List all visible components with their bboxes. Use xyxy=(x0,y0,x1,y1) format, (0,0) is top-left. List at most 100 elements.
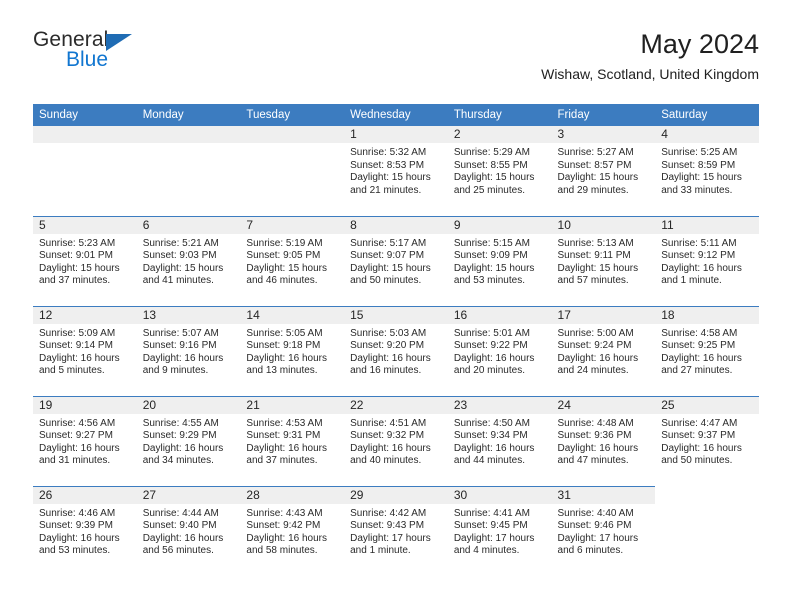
calendar-cell-day-26[interactable]: 26 Sunrise: 4:46 AM Sunset: 9:39 PM Dayligh… xyxy=(33,485,137,576)
weekday-header-tuesday: Tuesday xyxy=(240,104,345,126)
sunset-time: Sunset: 8:57 PM xyxy=(557,159,632,171)
sunset-time: Sunset: 9:40 PM xyxy=(142,520,217,532)
sunset-time: Sunset: 9:29 PM xyxy=(142,430,217,442)
day-number: 23 xyxy=(447,396,552,414)
calendar-cell-day-16[interactable]: 16 Sunrise: 5:01 AM Sunset: 9:22 PM Dayligh… xyxy=(447,305,552,396)
day-number: 14 xyxy=(240,306,345,324)
calendar-cell-day-6[interactable]: 6 Sunrise: 5:21 AM Sunset: 9:03 PM Daylight… xyxy=(136,215,241,306)
sunrise-time: Sunrise: 4:44 AM xyxy=(142,507,219,519)
calendar-cell-day-28[interactable]: 28 Sunrise: 4:43 AM Sunset: 9:42 PM Dayligh… xyxy=(240,485,345,576)
calendar-cell-day-15[interactable]: 15 Sunrise: 5:03 AM Sunset: 9:20 PM Dayligh… xyxy=(344,305,448,396)
calendar-cell-day-22[interactable]: 22 Sunrise: 4:51 AM Sunset: 9:32 PM Dayligh… xyxy=(344,395,448,486)
daylight-duration-line2: and 5 minutes. xyxy=(39,365,105,377)
day-number: 29 xyxy=(344,486,448,504)
sunrise-time: Sunrise: 5:32 AM xyxy=(350,147,427,158)
day-number: 11 xyxy=(655,216,759,234)
sunset-time: Sunset: 9:05 PM xyxy=(246,250,321,262)
day-number: 21 xyxy=(240,396,345,414)
sunset-time: Sunset: 9:20 PM xyxy=(350,340,425,352)
day-number: 1 xyxy=(344,126,448,143)
daylight-duration-line1: Daylight: 16 hours xyxy=(246,442,328,454)
calendar-cell-day-14[interactable]: 14 Sunrise: 5:05 AM Sunset: 9:18 PM Dayligh… xyxy=(240,305,345,396)
calendar-week-row: 1 Sunrise: 5:32 AM Sunset: 8:53 PM Daylight… xyxy=(33,126,759,216)
day-details: Sunrise: 4:48 AM Sunset: 9:36 PM Daylight:… xyxy=(552,414,656,468)
sunrise-time: Sunrise: 4:48 AM xyxy=(557,417,634,429)
calendar-cell-day-10[interactable]: 10 Sunrise: 5:13 AM Sunset: 9:11 PM Dayligh… xyxy=(551,215,656,306)
daylight-duration-line1: Daylight: 16 hours xyxy=(661,262,742,274)
day-details: Sunrise: 5:15 AM Sunset: 9:09 PM Daylight:… xyxy=(448,234,552,288)
sunrise-time: Sunrise: 5:05 AM xyxy=(246,327,323,339)
calendar-cell-day-8[interactable]: 8 Sunrise: 5:17 AM Sunset: 9:07 PM Daylight… xyxy=(344,215,448,306)
sunrise-time: Sunrise: 5:27 AM xyxy=(557,147,634,158)
day-number: 13 xyxy=(136,306,241,324)
sunrise-time: Sunrise: 4:50 AM xyxy=(453,417,530,429)
day-details: Sunrise: 4:58 AM Sunset: 9:25 PM Daylight:… xyxy=(655,324,759,378)
calendar-cell-empty xyxy=(136,126,241,216)
brand-logo[interactable]: General Blue xyxy=(33,28,173,84)
daylight-duration-line2: and 33 minutes. xyxy=(661,184,733,196)
weekday-header-thursday: Thursday xyxy=(447,104,552,126)
calendar-cell-day-7[interactable]: 7 Sunrise: 5:19 AM Sunset: 9:05 PM Daylight… xyxy=(240,215,345,306)
sunset-time: Sunset: 9:14 PM xyxy=(39,340,113,352)
calendar-cell-day-11[interactable]: 11 Sunrise: 5:11 AM Sunset: 9:12 PM Dayligh… xyxy=(655,215,759,306)
daylight-duration-line1: Daylight: 16 hours xyxy=(350,442,431,454)
calendar-cell-day-2[interactable]: 2 Sunrise: 5:29 AM Sunset: 8:55 PM Daylight… xyxy=(447,126,552,216)
calendar-cell-day-4[interactable]: 4 Sunrise: 5:25 AM Sunset: 8:59 PM Daylight… xyxy=(655,126,759,216)
calendar-cell-day-30[interactable]: 30 Sunrise: 4:41 AM Sunset: 9:45 PM Dayligh… xyxy=(447,485,552,576)
daylight-duration-line1: Daylight: 15 hours xyxy=(557,262,639,274)
sunset-time: Sunset: 9:46 PM xyxy=(557,520,632,532)
daylight-duration-line1: Daylight: 16 hours xyxy=(557,442,639,454)
day-number: 3 xyxy=(551,126,656,143)
day-number: 16 xyxy=(447,306,552,324)
day-details: Sunrise: 4:50 AM Sunset: 9:34 PM Daylight:… xyxy=(448,414,552,468)
calendar-cell-day-3[interactable]: 3 Sunrise: 5:27 AM Sunset: 8:57 PM Daylight… xyxy=(551,126,656,216)
sunrise-time: Sunrise: 4:55 AM xyxy=(142,417,219,429)
day-details: Sunrise: 5:01 AM Sunset: 9:22 PM Daylight:… xyxy=(448,324,552,378)
triangle-icon xyxy=(106,34,132,51)
day-details: Sunrise: 4:53 AM Sunset: 9:31 PM Daylight:… xyxy=(240,414,344,468)
calendar-cell-day-19[interactable]: 19 Sunrise: 4:56 AM Sunset: 9:27 PM Dayligh… xyxy=(33,395,137,486)
calendar-cell-day-27[interactable]: 27 Sunrise: 4:44 AM Sunset: 9:40 PM Dayligh… xyxy=(136,485,241,576)
calendar-cell-day-31[interactable]: 31 Sunrise: 4:40 AM Sunset: 9:46 PM Dayligh… xyxy=(551,485,656,576)
sunrise-time: Sunrise: 4:56 AM xyxy=(39,417,116,429)
calendar-cell-day-17[interactable]: 17 Sunrise: 5:00 AM Sunset: 9:24 PM Dayligh… xyxy=(551,305,656,396)
calendar-cell-day-5[interactable]: 5 Sunrise: 5:23 AM Sunset: 9:01 PM Daylight… xyxy=(33,215,137,306)
calendar-cell-day-13[interactable]: 13 Sunrise: 5:07 AM Sunset: 9:16 PM Dayligh… xyxy=(136,305,241,396)
daylight-duration-line1: Daylight: 15 hours xyxy=(557,172,639,184)
daylight-duration-line2: and 9 minutes. xyxy=(142,365,209,377)
day-number: 4 xyxy=(655,126,759,143)
sunrise-time: Sunrise: 5:11 AM xyxy=(661,237,737,249)
day-details: Sunrise: 5:09 AM Sunset: 9:14 PM Daylight:… xyxy=(33,324,137,378)
calendar-cell-day-25[interactable]: 25 Sunrise: 4:47 AM Sunset: 9:37 PM Dayligh… xyxy=(655,395,759,486)
sunset-time: Sunset: 9:45 PM xyxy=(453,520,528,532)
daylight-duration-line2: and 37 minutes. xyxy=(39,275,111,287)
sunset-time: Sunset: 9:36 PM xyxy=(557,430,632,442)
page-title: May 2024 xyxy=(640,29,759,59)
calendar-cell-day-12[interactable]: 12 Sunrise: 5:09 AM Sunset: 9:14 PM Dayligh… xyxy=(33,305,137,396)
sunset-time: Sunset: 8:55 PM xyxy=(453,159,528,171)
calendar-cell-day-20[interactable]: 20 Sunrise: 4:55 AM Sunset: 9:29 PM Dayligh… xyxy=(136,395,241,486)
sunrise-time: Sunrise: 4:42 AM xyxy=(350,507,427,519)
sunrise-time: Sunrise: 4:46 AM xyxy=(39,507,116,519)
sunrise-time: Sunrise: 4:43 AM xyxy=(246,507,323,519)
calendar-cell-day-24[interactable]: 24 Sunrise: 4:48 AM Sunset: 9:36 PM Dayligh… xyxy=(551,395,656,486)
daylight-duration-line2: and 50 minutes. xyxy=(350,275,422,287)
brand-name-blue: Blue xyxy=(66,48,109,71)
daylight-duration-line1: Daylight: 16 hours xyxy=(557,352,639,364)
sunset-time: Sunset: 9:22 PM xyxy=(453,340,528,352)
sunrise-time: Sunrise: 4:41 AM xyxy=(453,507,530,519)
sunrise-time: Sunrise: 4:47 AM xyxy=(661,417,738,429)
sunrise-time: Sunrise: 5:13 AM xyxy=(557,237,634,249)
day-details: Sunrise: 5:19 AM Sunset: 9:05 PM Daylight:… xyxy=(240,234,344,288)
calendar-cell-day-23[interactable]: 23 Sunrise: 4:50 AM Sunset: 9:34 PM Dayligh… xyxy=(447,395,552,486)
calendar-cell-day-29[interactable]: 29 Sunrise: 4:42 AM Sunset: 9:43 PM Dayligh… xyxy=(344,485,448,576)
day-details: Sunrise: 5:17 AM Sunset: 9:07 PM Daylight:… xyxy=(344,234,448,288)
sunrise-time: Sunrise: 5:21 AM xyxy=(142,237,219,249)
calendar-cell-day-9[interactable]: 9 Sunrise: 5:15 AM Sunset: 9:09 PM Daylight… xyxy=(447,215,552,306)
day-number xyxy=(136,126,241,143)
day-number: 18 xyxy=(655,306,759,324)
calendar-cell-day-21[interactable]: 21 Sunrise: 4:53 AM Sunset: 9:31 PM Dayligh… xyxy=(240,395,345,486)
day-number: 8 xyxy=(344,216,448,234)
calendar-cell-day-18[interactable]: 18 Sunrise: 4:58 AM Sunset: 9:25 PM Dayligh… xyxy=(655,305,759,396)
calendar-cell-day-1[interactable]: 1 Sunrise: 5:32 AM Sunset: 8:53 PM Daylight… xyxy=(344,126,448,216)
